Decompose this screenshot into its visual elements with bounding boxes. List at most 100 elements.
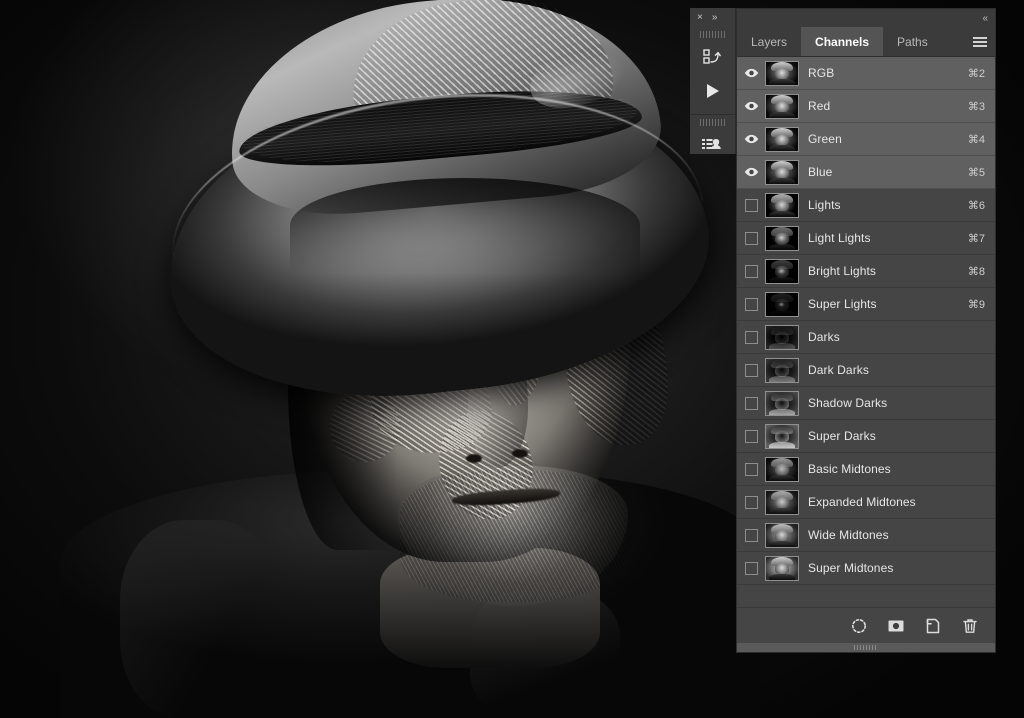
channel-row[interactable]: Super Darks — [737, 420, 995, 453]
tab-layers[interactable]: Layers — [737, 27, 801, 56]
app-window: × » — [0, 0, 1024, 718]
channel-row[interactable]: Light Lights⌘7 — [737, 222, 995, 255]
channel-name: RGB — [808, 66, 968, 80]
channel-row[interactable]: RGB⌘2 — [737, 57, 995, 90]
channel-thumbnail[interactable] — [765, 292, 799, 317]
channel-row[interactable]: Super Lights⌘9 — [737, 288, 995, 321]
channel-visibility-eye-icon[interactable] — [737, 134, 765, 144]
channel-thumbnail[interactable] — [765, 358, 799, 383]
channel-name: Green — [808, 132, 968, 146]
channel-visibility-checkbox[interactable] — [737, 298, 765, 311]
visibility-checkbox[interactable] — [745, 562, 758, 575]
tab-paths[interactable]: Paths — [883, 27, 942, 56]
channel-shortcut: ⌘5 — [968, 166, 995, 179]
play-action-icon[interactable] — [690, 74, 734, 108]
visibility-checkbox[interactable] — [745, 298, 758, 311]
channel-visibility-checkbox[interactable] — [737, 562, 765, 575]
channel-shortcut: ⌘3 — [968, 100, 995, 113]
channel-name: Blue — [808, 165, 968, 179]
channel-thumbnail[interactable] — [765, 226, 799, 251]
channel-name: Basic Midtones — [808, 462, 985, 476]
visibility-checkbox[interactable] — [745, 430, 758, 443]
channel-name: Expanded Midtones — [808, 495, 985, 509]
channel-name: Darks — [808, 330, 985, 344]
channel-row[interactable]: Red⌘3 — [737, 90, 995, 123]
channel-thumbnail[interactable] — [765, 391, 799, 416]
channel-shortcut: ⌘7 — [968, 232, 995, 245]
channel-name: Light Lights — [808, 231, 968, 245]
save-selection-as-channel-icon[interactable] — [887, 617, 905, 635]
channel-thumbnail[interactable] — [765, 160, 799, 185]
channel-visibility-checkbox[interactable] — [737, 430, 765, 443]
channel-visibility-checkbox[interactable] — [737, 496, 765, 509]
channel-row[interactable]: Bright Lights⌘8 — [737, 255, 995, 288]
history-step-icon[interactable] — [690, 40, 734, 74]
channel-thumbnail[interactable] — [765, 61, 799, 86]
visibility-checkbox[interactable] — [745, 232, 758, 245]
channel-visibility-checkbox[interactable] — [737, 232, 765, 245]
channel-thumbnail[interactable] — [765, 193, 799, 218]
channel-list[interactable]: RGB⌘2Red⌘3Green⌘4Blue⌘5Lights⌘6Light Lig… — [737, 57, 995, 607]
channel-visibility-eye-icon[interactable] — [737, 101, 765, 111]
channel-visibility-checkbox[interactable] — [737, 331, 765, 344]
panel-menu-icon[interactable] — [965, 27, 995, 56]
channel-thumbnail[interactable] — [765, 259, 799, 284]
channel-name: Super Darks — [808, 429, 985, 443]
channel-row[interactable]: Super Midtones — [737, 552, 995, 585]
channel-row[interactable]: Darks — [737, 321, 995, 354]
visibility-checkbox[interactable] — [745, 364, 758, 377]
channel-row[interactable]: Lights⌘6 — [737, 189, 995, 222]
channel-thumbnail[interactable] — [765, 523, 799, 548]
channel-visibility-eye-icon[interactable] — [737, 68, 765, 78]
channel-visibility-checkbox[interactable] — [737, 265, 765, 278]
visibility-checkbox[interactable] — [745, 529, 758, 542]
visibility-checkbox[interactable] — [745, 331, 758, 344]
channel-visibility-checkbox[interactable] — [737, 397, 765, 410]
channel-thumbnail[interactable] — [765, 490, 799, 515]
actions-list-icon[interactable] — [690, 128, 734, 162]
channel-row[interactable]: Expanded Midtones — [737, 486, 995, 519]
load-channel-as-selection-icon[interactable] — [850, 617, 868, 635]
channel-visibility-checkbox[interactable] — [737, 529, 765, 542]
channel-visibility-eye-icon[interactable] — [737, 167, 765, 177]
channel-thumbnail[interactable] — [765, 325, 799, 350]
tab-channels[interactable]: Channels — [801, 27, 883, 56]
channel-visibility-checkbox[interactable] — [737, 199, 765, 212]
channel-row[interactable]: Green⌘4 — [737, 123, 995, 156]
close-icon[interactable]: × — [697, 13, 703, 23]
strip-drag-handle-2[interactable] — [700, 119, 726, 126]
visibility-checkbox[interactable] — [745, 397, 758, 410]
panel-resize-handle[interactable] — [737, 643, 995, 652]
channel-shortcut: ⌘8 — [968, 265, 995, 278]
channel-name: Wide Midtones — [808, 528, 985, 542]
create-new-channel-icon[interactable] — [924, 617, 942, 635]
collapse-panel-icon[interactable]: « — [982, 13, 987, 24]
strip-section-actions — [690, 31, 735, 115]
visibility-checkbox[interactable] — [745, 199, 758, 212]
channel-row[interactable]: Wide Midtones — [737, 519, 995, 552]
channel-row[interactable]: Shadow Darks — [737, 387, 995, 420]
delete-channel-icon[interactable] — [961, 617, 979, 635]
channel-shortcut: ⌘2 — [968, 67, 995, 80]
channel-visibility-checkbox[interactable] — [737, 364, 765, 377]
channel-shortcut: ⌘9 — [968, 298, 995, 311]
channel-thumbnail[interactable] — [765, 424, 799, 449]
visibility-checkbox[interactable] — [745, 265, 758, 278]
channel-row[interactable]: Basic Midtones — [737, 453, 995, 486]
visibility-checkbox[interactable] — [745, 463, 758, 476]
channel-name: Bright Lights — [808, 264, 968, 278]
channel-thumbnail[interactable] — [765, 94, 799, 119]
channel-name: Lights — [808, 198, 968, 212]
expand-panels-icon[interactable]: » — [712, 13, 718, 23]
channel-thumbnail[interactable] — [765, 127, 799, 152]
channel-visibility-checkbox[interactable] — [737, 463, 765, 476]
strip-titlebar: × » — [690, 8, 735, 27]
visibility-checkbox[interactable] — [745, 496, 758, 509]
channel-row[interactable]: Blue⌘5 — [737, 156, 995, 189]
channel-shortcut: ⌘6 — [968, 199, 995, 212]
channel-row[interactable]: Dark Darks — [737, 354, 995, 387]
channel-thumbnail[interactable] — [765, 556, 799, 581]
channel-thumbnail[interactable] — [765, 457, 799, 482]
strip-drag-handle[interactable] — [700, 31, 726, 38]
channel-name: Dark Darks — [808, 363, 985, 377]
